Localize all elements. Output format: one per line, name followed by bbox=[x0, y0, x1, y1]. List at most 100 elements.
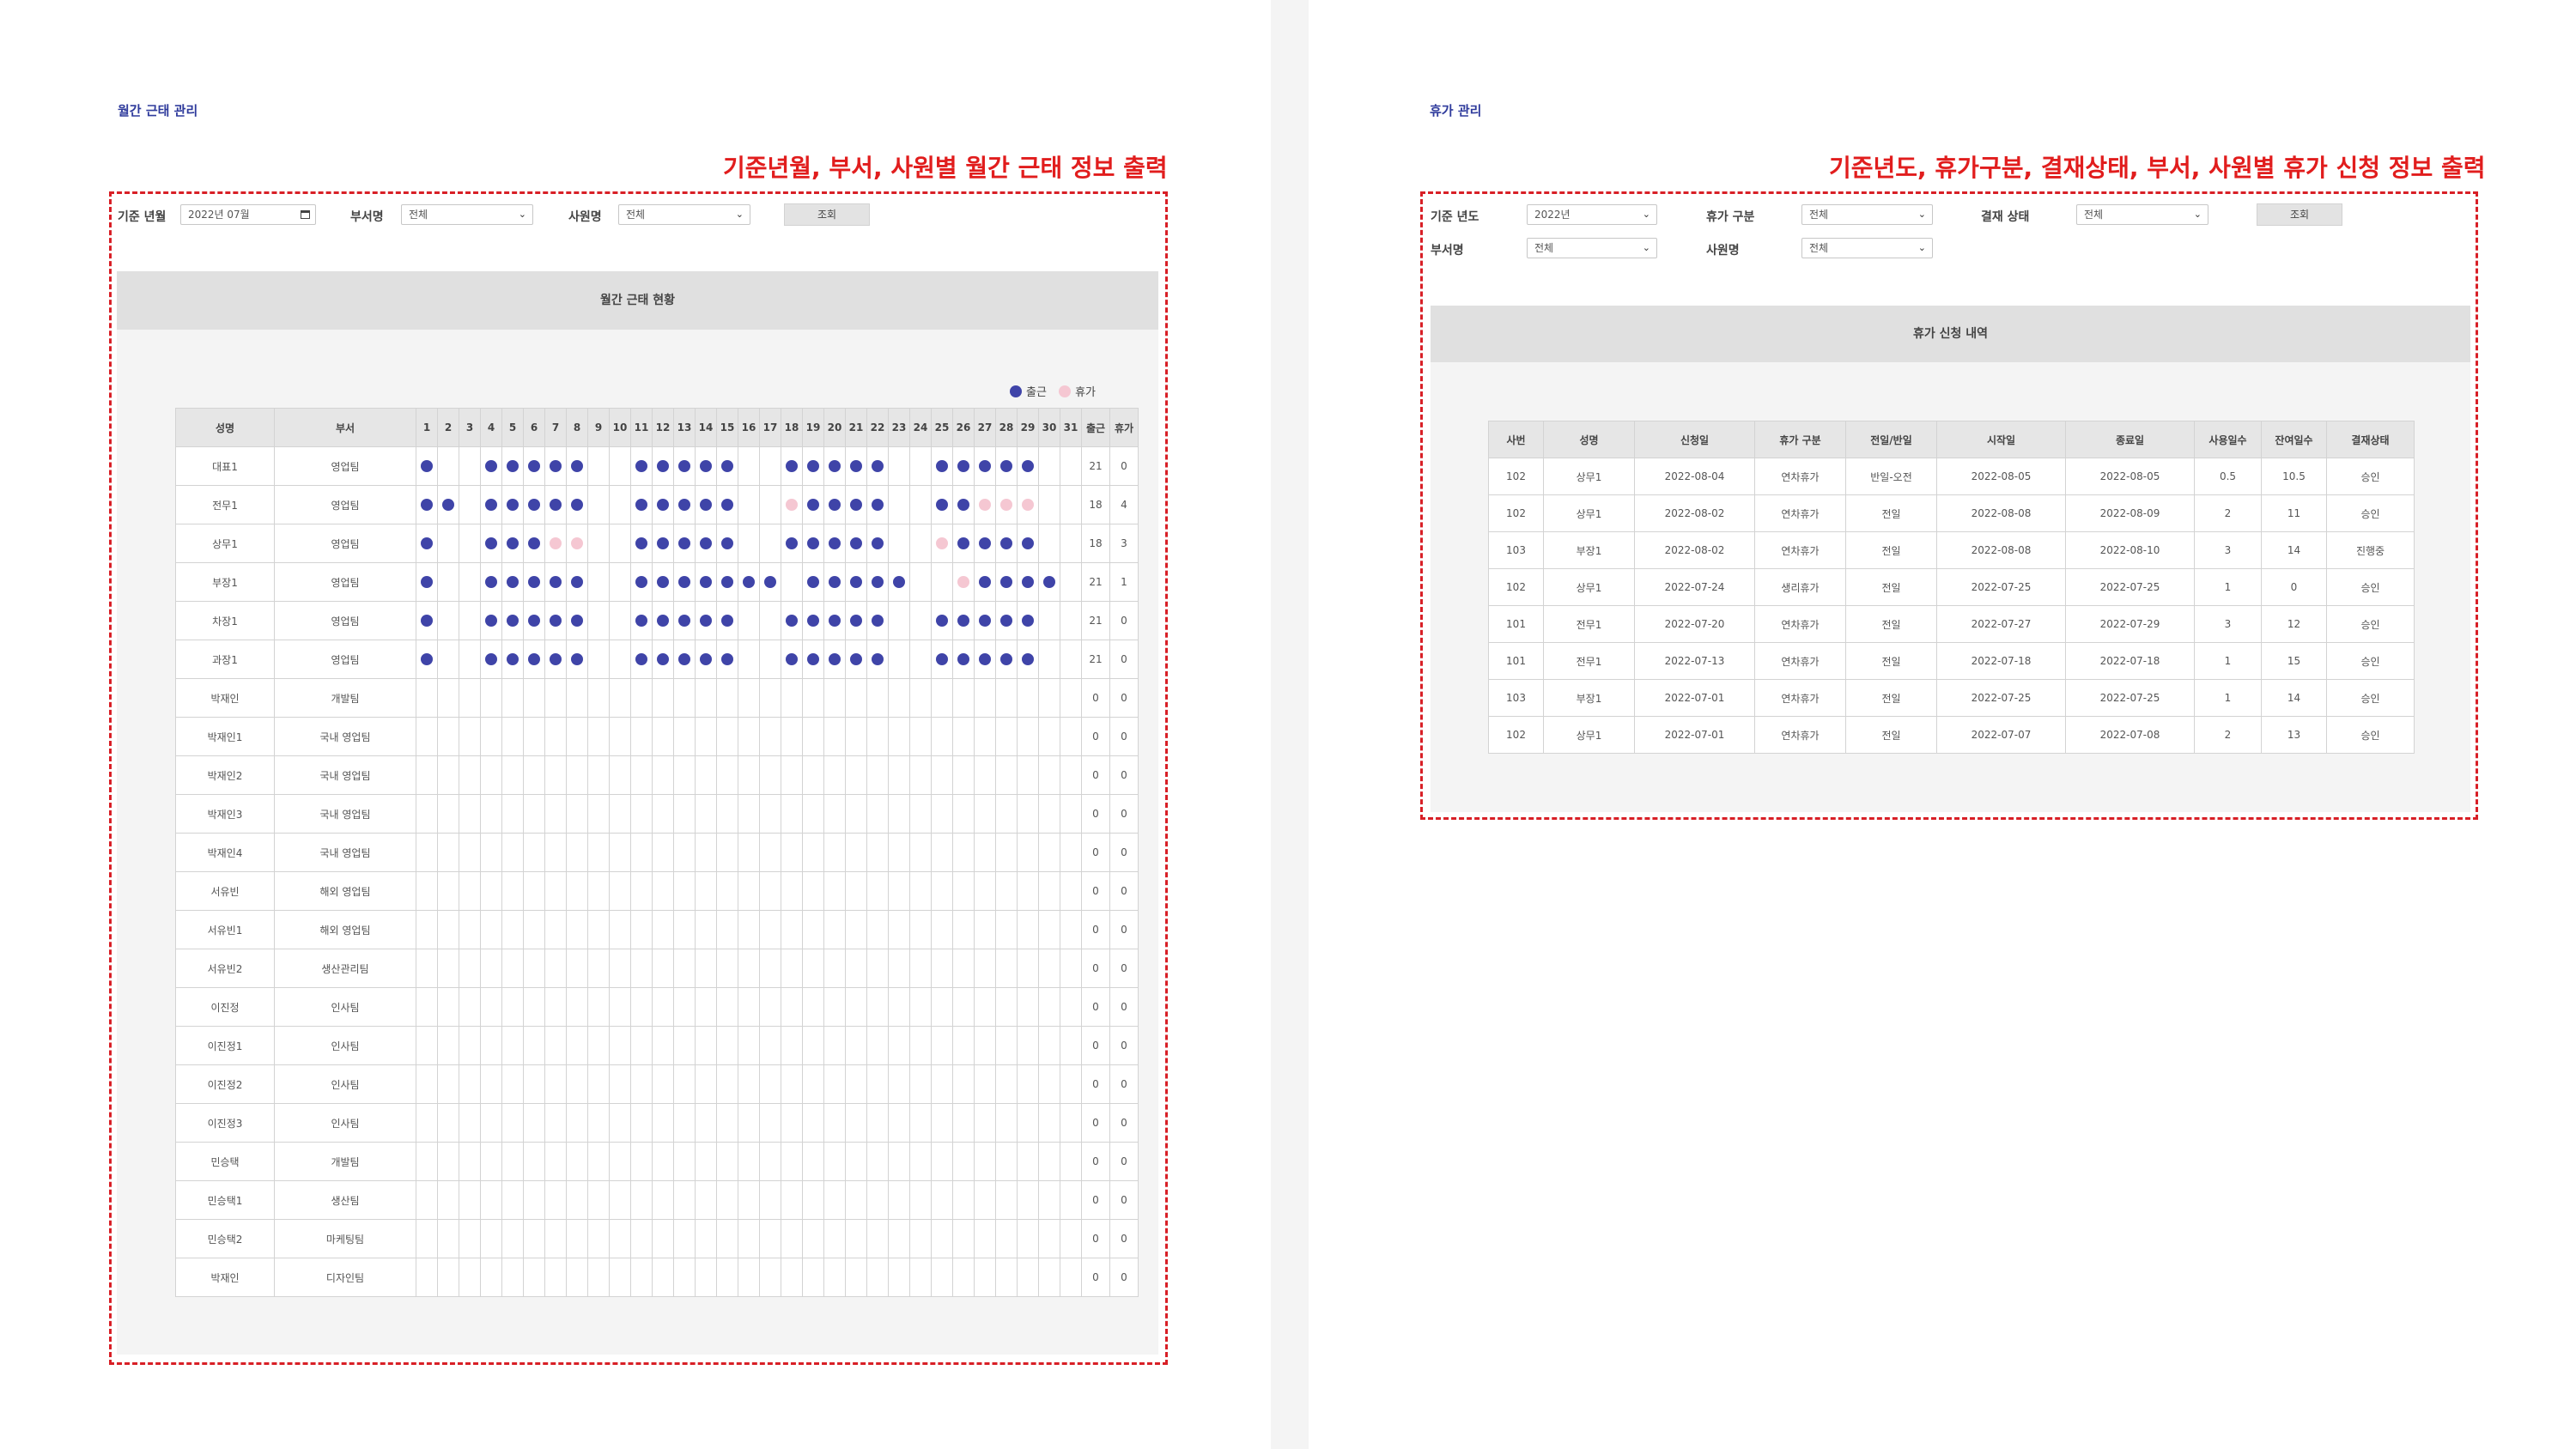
day-cell bbox=[501, 717, 524, 756]
approval-status-select[interactable]: 전체 ⌄ bbox=[2076, 204, 2208, 225]
leave-cell: 진행중 bbox=[2326, 531, 2415, 569]
day-cell bbox=[716, 485, 738, 524]
table-row: 서유빈1 해외 영업팀 0 0 bbox=[175, 910, 1139, 949]
attend-dot bbox=[700, 499, 712, 512]
day-cell bbox=[845, 485, 867, 524]
day-cell bbox=[888, 871, 910, 911]
day-cell bbox=[952, 562, 975, 602]
day-cell bbox=[823, 678, 846, 718]
column-header-day: 30 bbox=[1038, 408, 1060, 447]
attend-dot bbox=[700, 460, 712, 473]
day-cell bbox=[823, 485, 846, 524]
leave-cell: 전일 bbox=[1845, 679, 1937, 717]
day-cell bbox=[673, 678, 696, 718]
table-row[interactable]: 101 전무1 2022-07-13 연차휴가 전일 2022-07-18 2022-07-… bbox=[1488, 642, 2415, 680]
day-cell bbox=[630, 794, 653, 834]
day-cell bbox=[931, 562, 953, 602]
month-picker[interactable]: 2022년 07월 bbox=[180, 204, 316, 225]
day-cell bbox=[759, 640, 781, 679]
day-cell bbox=[609, 1258, 631, 1297]
day-cell bbox=[716, 524, 738, 563]
day-cell bbox=[609, 446, 631, 486]
day-cell bbox=[416, 833, 438, 872]
day-cell bbox=[437, 485, 459, 524]
day-cell bbox=[974, 1219, 996, 1258]
day-cell bbox=[523, 1180, 545, 1220]
table-row[interactable]: 101 전무1 2022-07-20 연차휴가 전일 2022-07-27 2022-07-… bbox=[1488, 605, 2415, 643]
table-row[interactable]: 102 상무1 2022-08-02 연차휴가 전일 2022-08-08 2022-08-… bbox=[1488, 494, 2415, 532]
day-cell bbox=[995, 601, 1018, 640]
day-cell bbox=[995, 678, 1018, 718]
leave-dept-select[interactable]: 전체 ⌄ bbox=[1527, 238, 1657, 258]
attend-dot bbox=[635, 576, 647, 589]
legend-attend-dot bbox=[1010, 385, 1022, 397]
leave-search-button[interactable]: 조회 bbox=[2257, 203, 2342, 226]
day-cell bbox=[995, 755, 1018, 795]
leave-cell: 2022-07-07 bbox=[1936, 716, 2066, 754]
attend-dot bbox=[678, 615, 690, 627]
emp-select[interactable]: 전체 ⌄ bbox=[618, 204, 750, 225]
table-row[interactable]: 102 상무1 2022-07-01 연차휴가 전일 2022-07-07 2022-07-… bbox=[1488, 716, 2415, 754]
day-cell bbox=[437, 1026, 459, 1065]
employee-name-cell: 서유빈 bbox=[175, 871, 275, 911]
day-cell bbox=[523, 871, 545, 911]
day-cell bbox=[716, 717, 738, 756]
attend-dot bbox=[1022, 576, 1034, 589]
day-cell bbox=[802, 1142, 824, 1181]
day-cell bbox=[909, 717, 932, 756]
dept-cell: 인사팀 bbox=[274, 1103, 416, 1143]
day-cell bbox=[1017, 1219, 1039, 1258]
emp-select-value: 전체 bbox=[626, 209, 646, 221]
attend-count-cell: 0 bbox=[1081, 949, 1110, 988]
leave-cell: 2022-07-01 bbox=[1634, 716, 1755, 754]
leave-emp-label: 사원명 bbox=[1706, 244, 1740, 258]
day-cell bbox=[952, 717, 975, 756]
attend-dot bbox=[872, 576, 884, 589]
day-cell bbox=[995, 949, 1018, 988]
day-cell bbox=[544, 949, 567, 988]
table-row[interactable]: 103 부장1 2022-08-02 연차휴가 전일 2022-08-08 2022-08-… bbox=[1488, 531, 2415, 569]
dept-select[interactable]: 전체 ⌄ bbox=[401, 204, 533, 225]
table-row[interactable]: 102 상무1 2022-08-04 연차휴가 반일-오전 2022-08-05 2022-… bbox=[1488, 458, 2415, 495]
year-select[interactable]: 2022년 ⌄ bbox=[1527, 204, 1657, 225]
attend-dot bbox=[979, 615, 991, 627]
leave-cell: 102 bbox=[1488, 568, 1544, 606]
day-cell bbox=[823, 794, 846, 834]
day-cell bbox=[1038, 1026, 1060, 1065]
dept-cell: 영업팀 bbox=[274, 485, 416, 524]
attend-dot bbox=[635, 460, 647, 473]
attend-dot bbox=[678, 537, 690, 550]
day-cell bbox=[909, 1180, 932, 1220]
table-row[interactable]: 102 상무1 2022-07-24 생리휴가 전일 2022-07-25 2022-07-… bbox=[1488, 568, 2415, 606]
leave-cell: 103 bbox=[1488, 679, 1544, 717]
employee-name-cell: 민승택2 bbox=[175, 1219, 275, 1258]
day-cell bbox=[802, 1103, 824, 1143]
day-cell bbox=[716, 1258, 738, 1297]
search-button[interactable]: 조회 bbox=[784, 203, 870, 226]
day-cell bbox=[1060, 910, 1082, 949]
day-cell bbox=[587, 1219, 610, 1258]
table-row[interactable]: 103 부장1 2022-07-01 연차휴가 전일 2022-07-25 2022-07-… bbox=[1488, 679, 2415, 717]
column-header-day: 9 bbox=[587, 408, 610, 447]
day-cell bbox=[1038, 1064, 1060, 1104]
day-cell bbox=[652, 717, 674, 756]
leave-cell: 연차휴가 bbox=[1754, 642, 1846, 680]
leave-emp-select[interactable]: 전체 ⌄ bbox=[1801, 238, 1933, 258]
attend-dot bbox=[957, 653, 969, 666]
attend-dot bbox=[550, 460, 562, 473]
day-cell bbox=[1038, 562, 1060, 602]
leave-type-select[interactable]: 전체 ⌄ bbox=[1801, 204, 1933, 225]
day-cell bbox=[952, 485, 975, 524]
day-cell bbox=[480, 1219, 502, 1258]
leave-dept-label: 부서명 bbox=[1431, 244, 1464, 258]
annotation-leave: 기준년도, 휴가구분, 결재상태, 부서, 사원별 휴가 신청 정보 출력 bbox=[1829, 154, 2486, 182]
day-cell bbox=[673, 717, 696, 756]
day-cell bbox=[1038, 1258, 1060, 1297]
attend-dot bbox=[635, 537, 647, 550]
table-row: 이진정 인사팀 0 0 bbox=[175, 987, 1139, 1027]
day-cell bbox=[544, 755, 567, 795]
day-cell bbox=[888, 910, 910, 949]
day-cell bbox=[845, 987, 867, 1027]
day-cell bbox=[974, 485, 996, 524]
day-cell bbox=[974, 717, 996, 756]
